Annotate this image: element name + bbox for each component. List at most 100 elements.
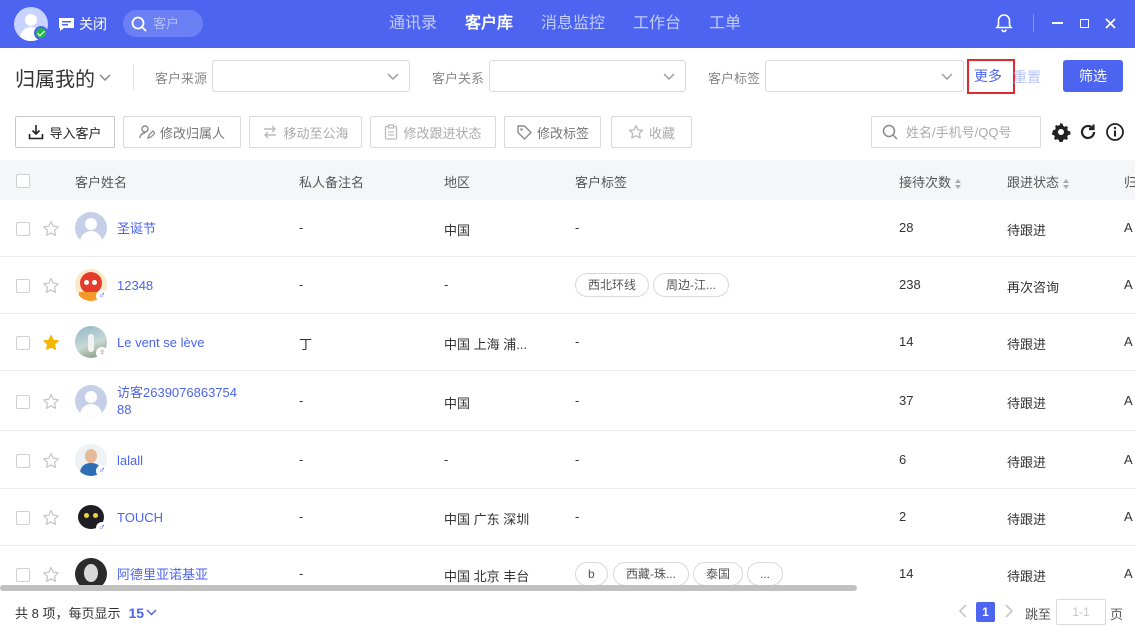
customer-search-input[interactable]	[906, 124, 1036, 140]
table-row[interactable]: ♂ 12348 - - 西北环线 周边-江... 238 再次咨询 A	[0, 257, 1135, 314]
change-status-button[interactable]: 修改跟进状态	[370, 116, 496, 148]
favorite-label: 收藏	[648, 125, 675, 141]
change-owner-label: 修改归属人	[159, 125, 225, 141]
move-to-pool-button[interactable]: 移动至公海	[249, 116, 362, 148]
customer-tag: ...	[747, 562, 784, 586]
customer-name-link[interactable]: Le vent se lève	[117, 334, 204, 351]
relation-select[interactable]	[489, 60, 686, 92]
customer-name-link[interactable]: lalall	[117, 452, 143, 469]
customer-name-link[interactable]: TOUCH	[117, 509, 163, 526]
jump-label: 跳至	[1025, 607, 1052, 622]
table-row[interactable]: ♂ lalall - - - 6 待跟进 A	[0, 431, 1135, 489]
nav-customer-library[interactable]: 客户库	[465, 0, 513, 48]
import-customer-button[interactable]: 导入客户	[15, 116, 115, 148]
table-row[interactable]: 阿德里亚诺基亚 - 中国 北京 丰台 b 西藏-珠... 泰国 ... 14 待…	[0, 546, 1135, 586]
owner-cell: A	[1124, 509, 1133, 524]
prev-page-icon[interactable]	[958, 604, 968, 618]
visits-cell: 2	[899, 509, 907, 524]
relation-label: 客户关系	[432, 71, 485, 86]
row-checkbox[interactable]	[16, 279, 30, 293]
region-cell: -	[444, 277, 449, 292]
header-visits[interactable]: 接待次数	[899, 172, 962, 191]
refresh-icon[interactable]	[1078, 122, 1098, 142]
change-tags-button[interactable]: 修改标签	[504, 116, 601, 148]
search-icon	[882, 124, 898, 140]
table-row[interactable]: ♀ Le vent se lève 丁 中国 上海 浦... - 14 待跟进 …	[0, 314, 1135, 371]
tags-cell: -	[575, 509, 580, 524]
row-checkbox[interactable]	[16, 336, 30, 350]
import-icon	[29, 125, 44, 140]
row-checkbox[interactable]	[16, 568, 30, 582]
select-all-checkbox[interactable]	[16, 174, 30, 188]
owner-cell: A	[1124, 334, 1133, 349]
horizontal-scrollbar[interactable]	[0, 585, 857, 591]
transfer-icon	[264, 125, 277, 139]
tags-cell: -	[575, 452, 580, 467]
chevron-down-icon	[387, 73, 399, 80]
star-icon[interactable]	[42, 566, 60, 584]
star-icon[interactable]	[42, 220, 60, 238]
minimize-icon[interactable]	[1048, 12, 1066, 34]
star-filled-icon[interactable]	[42, 334, 60, 352]
tag-label: 客户标签	[708, 71, 761, 86]
info-icon[interactable]	[1105, 122, 1125, 142]
page-number-current[interactable]: 1	[976, 602, 995, 622]
header-follow-status[interactable]: 跟进状态	[1007, 172, 1070, 191]
status-cell: 待跟进	[1007, 223, 1047, 238]
gear-icon[interactable]	[1051, 122, 1071, 143]
owner-cell: A	[1124, 220, 1133, 235]
customer-name-link[interactable]: 12348	[117, 277, 153, 294]
star-icon[interactable]	[42, 277, 60, 295]
table-row[interactable]: 圣诞节 - 中国 - 28 待跟进 A	[0, 200, 1135, 257]
tags-cell: -	[575, 220, 580, 235]
nav-message-monitor[interactable]: 消息监控	[541, 0, 605, 48]
row-checkbox[interactable]	[16, 395, 30, 409]
owner-scope-select[interactable]: 归属我的	[15, 63, 111, 92]
table-row[interactable]: ♂ TOUCH - 中国 广东 深圳 - 2 待跟进 A	[0, 489, 1135, 546]
top-search[interactable]	[123, 10, 203, 37]
header-customer-name: 客户姓名	[75, 175, 128, 190]
source-select[interactable]	[212, 60, 410, 92]
status-cell: 待跟进	[1007, 396, 1047, 411]
nav-workbench[interactable]: 工作台	[633, 0, 681, 48]
region-cell: 中国	[444, 396, 471, 411]
customer-name-link[interactable]: 阿德里亚诺基亚	[117, 566, 208, 583]
close-window-icon[interactable]	[1101, 12, 1119, 34]
customer-tag: 周边-江...	[653, 273, 729, 297]
customer-name-link[interactable]: 圣诞节	[117, 220, 156, 237]
page-size-select[interactable]: 15	[128, 605, 157, 621]
star-icon[interactable]	[42, 509, 60, 527]
nav-contacts[interactable]: 通讯录	[389, 0, 437, 48]
row-checkbox[interactable]	[16, 511, 30, 525]
status-cell: 待跟进	[1007, 512, 1047, 527]
remark-cell: -	[299, 566, 304, 581]
jump-page-input[interactable]	[1056, 599, 1106, 625]
tag-icon	[517, 125, 532, 140]
region-cell: 中国 广东 深圳	[444, 512, 530, 527]
avatar	[75, 385, 107, 417]
close-button[interactable]: 关闭	[58, 14, 107, 34]
customer-search[interactable]	[871, 116, 1041, 148]
reset-link[interactable]: 重置	[1013, 67, 1041, 87]
sort-icon	[1063, 178, 1070, 189]
owner-cell: A	[1124, 277, 1133, 292]
bell-icon[interactable]	[994, 12, 1014, 34]
remark-cell: -	[299, 452, 304, 467]
row-checkbox[interactable]	[16, 222, 30, 236]
apply-filter-button[interactable]: 筛选	[1063, 60, 1123, 92]
next-page-icon[interactable]	[1004, 604, 1014, 618]
source-label: 客户来源	[155, 71, 208, 86]
favorite-button[interactable]: 收藏	[611, 116, 692, 148]
tag-select[interactable]	[765, 60, 964, 92]
remark-cell: 丁	[299, 337, 313, 352]
star-icon[interactable]	[42, 452, 60, 470]
customer-name-link[interactable]: 访客2639076863754 88	[117, 384, 237, 418]
nav-tickets[interactable]: 工单	[709, 0, 741, 48]
star-icon[interactable]	[42, 393, 60, 411]
change-owner-button[interactable]: 修改归属人	[123, 116, 241, 148]
row-checkbox[interactable]	[16, 454, 30, 468]
maximize-icon[interactable]	[1075, 12, 1093, 34]
more-filters-link[interactable]: 更多	[967, 59, 1015, 94]
top-search-input[interactable]	[153, 16, 197, 31]
table-row[interactable]: 访客2639076863754 88 - 中国 - 37 待跟进 A	[0, 371, 1135, 431]
